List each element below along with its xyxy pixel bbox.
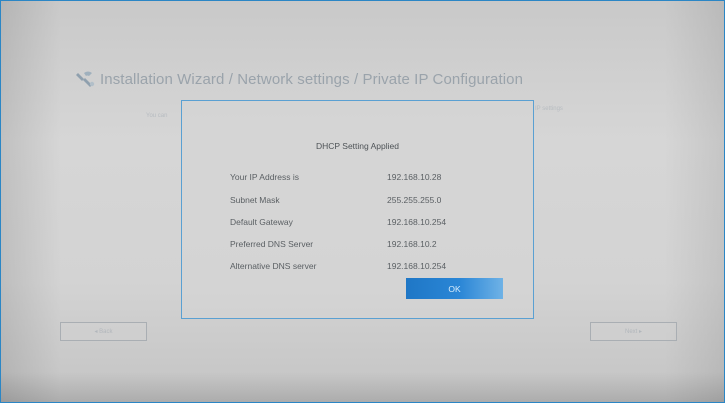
- back-button[interactable]: ◂ Back: [60, 322, 147, 341]
- vignette-left: [1, 1, 61, 402]
- info-label: Preferred DNS Server: [230, 239, 314, 249]
- info-row-ip: Your IP Address is 192.168.10.28: [230, 172, 510, 182]
- page-title: Installation Wizard / Network settings /…: [100, 70, 524, 88]
- info-value: 192.168.10.254: [387, 217, 447, 227]
- info-value: 192.168.10.2: [387, 239, 437, 249]
- dialog-title: DHCP Setting Applied: [315, 141, 399, 151]
- info-row-subnet: Subnet Mask 255.255.255.0: [230, 195, 510, 205]
- info-value: 192.168.10.254: [387, 261, 447, 271]
- screen-frame: Installation Wizard / Network settings /…: [0, 0, 725, 403]
- ok-button[interactable]: OK: [406, 278, 503, 299]
- info-row-gateway: Default Gateway 192.168.10.254: [230, 217, 510, 227]
- info-label: Your IP Address is: [230, 172, 299, 182]
- info-row-alternative-dns: Alternative DNS server 192.168.10.254: [230, 261, 510, 271]
- info-row-preferred-dns: Preferred DNS Server 192.168.10.2: [230, 239, 510, 249]
- info-label: Default Gateway: [230, 217, 293, 227]
- info-value: 255.255.255.0: [387, 195, 442, 205]
- wizard-breadcrumb: Installation Wizard / Network settings /…: [75, 69, 523, 89]
- vignette-right: [664, 1, 724, 402]
- info-label: Subnet Mask: [230, 195, 280, 205]
- info-label: Alternative DNS server: [230, 261, 317, 271]
- dhcp-dialog: DHCP Setting Applied Your IP Address is …: [181, 100, 534, 319]
- next-button[interactable]: Next ▸: [590, 322, 677, 341]
- bottom-shading: [1, 372, 724, 402]
- intro-text-left: You can: [146, 113, 168, 119]
- intro-text-right: IP settings: [535, 106, 563, 112]
- wizard-tools-icon: [75, 69, 97, 89]
- info-value: 192.168.10.28: [387, 172, 442, 182]
